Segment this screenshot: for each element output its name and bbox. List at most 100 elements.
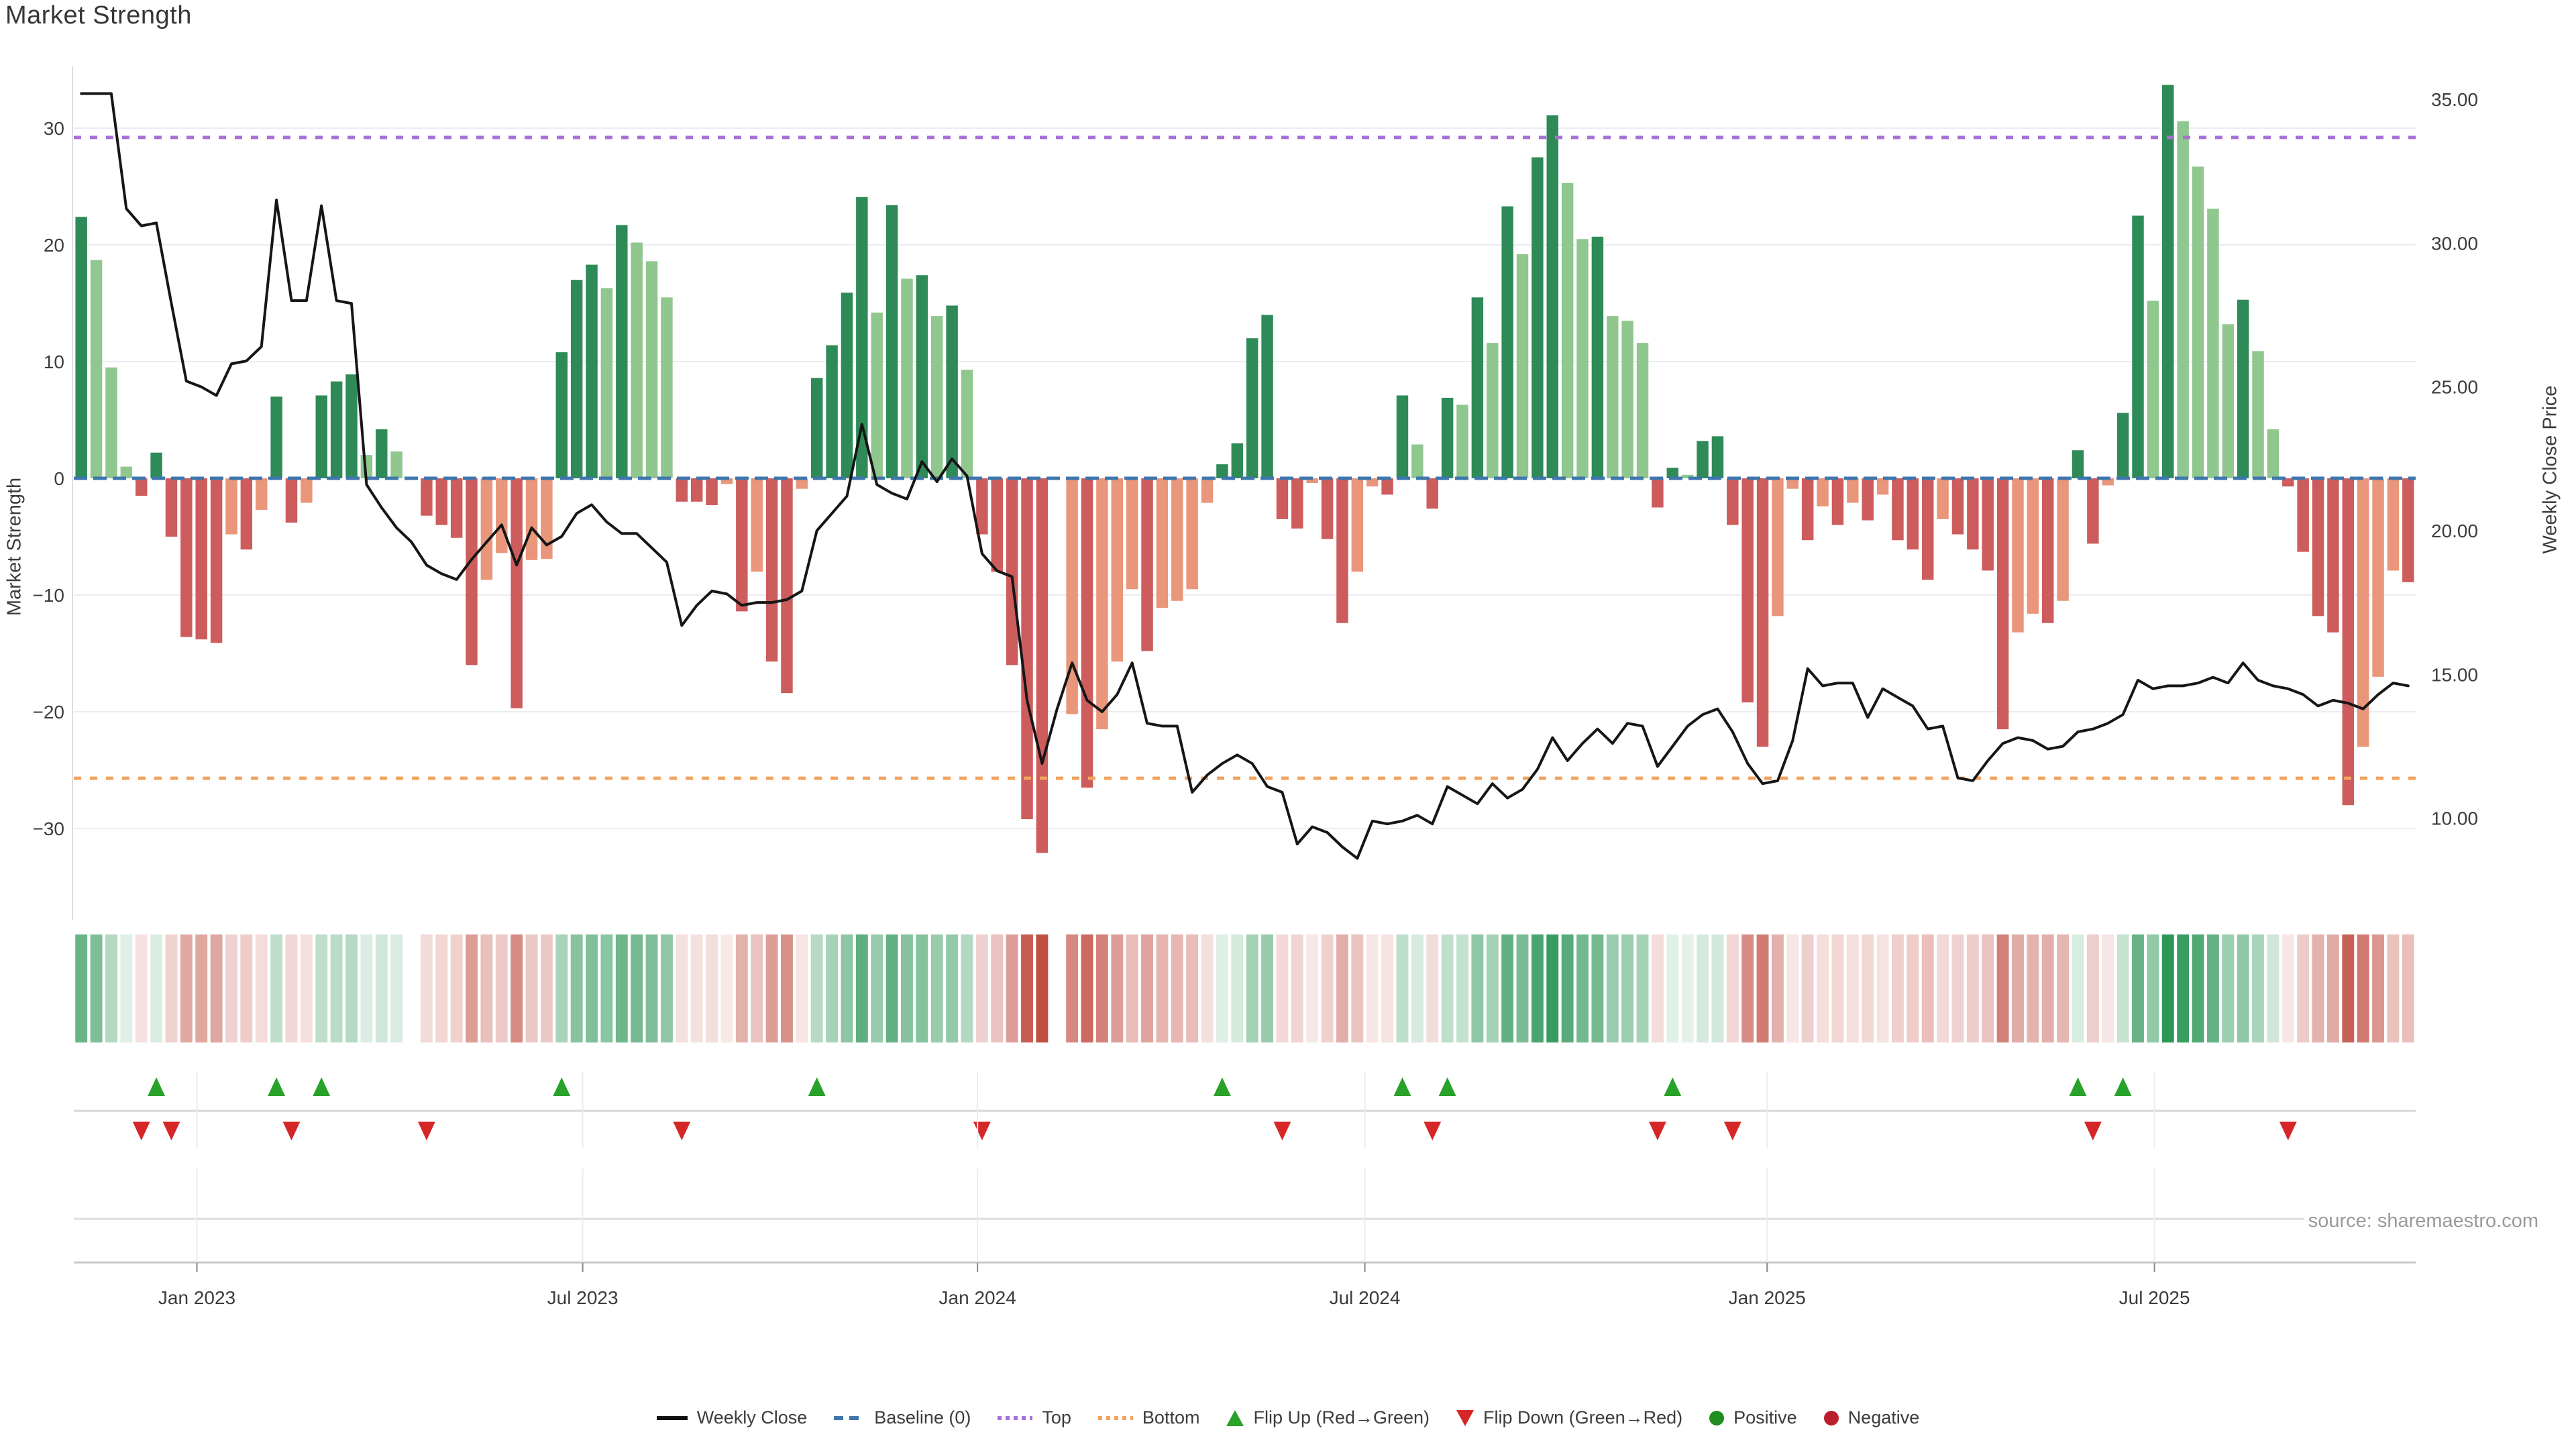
strength-bar[interactable] — [1892, 478, 1903, 540]
strength-bar[interactable] — [1532, 158, 1543, 479]
strength-bar[interactable] — [1186, 478, 1197, 589]
heatmap-cell[interactable] — [1366, 934, 1379, 1042]
strength-bar[interactable] — [886, 205, 898, 478]
strength-bar[interactable] — [1021, 478, 1032, 819]
heatmap-cell[interactable] — [826, 934, 838, 1042]
heatmap-cell[interactable] — [1261, 934, 1273, 1042]
heatmap-cell[interactable] — [2132, 934, 2144, 1042]
heatmap-cell[interactable] — [180, 934, 193, 1042]
legend-item-positive[interactable]: Positive — [1709, 1407, 1797, 1428]
strength-bar[interactable] — [1982, 478, 1993, 570]
flip-up-marker[interactable] — [148, 1077, 165, 1096]
heatmap-cell[interactable] — [1517, 934, 1529, 1042]
strength-bar[interactable] — [1141, 478, 1152, 651]
legend-item-top[interactable]: Top — [998, 1407, 1071, 1428]
heatmap-cell[interactable] — [736, 934, 748, 1042]
strength-bar[interactable] — [1112, 478, 1123, 661]
heatmap-cell[interactable] — [1216, 934, 1228, 1042]
strength-bar[interactable] — [586, 265, 597, 478]
heatmap-cell[interactable] — [2297, 934, 2309, 1042]
strength-bar[interactable] — [166, 478, 177, 537]
strength-bar[interactable] — [691, 478, 702, 502]
heatmap-cell[interactable] — [75, 934, 87, 1042]
heatmap-cell[interactable] — [2312, 934, 2324, 1042]
heatmap-cell[interactable] — [2327, 934, 2339, 1042]
strength-bar[interactable] — [1922, 478, 1933, 580]
strength-bar[interactable] — [826, 345, 837, 478]
strength-bar[interactable] — [1802, 478, 1813, 540]
heatmap-cell[interactable] — [1322, 934, 1334, 1042]
heatmap-cell[interactable] — [1171, 934, 1183, 1042]
strength-bar[interactable] — [1592, 237, 1603, 478]
strength-bar[interactable] — [2117, 413, 2129, 478]
strength-bar[interactable] — [1772, 478, 1783, 616]
heatmap-cell[interactable] — [105, 934, 117, 1042]
strength-bar[interactable] — [1652, 478, 1663, 508]
heatmap-cell[interactable] — [946, 934, 958, 1042]
strength-bar[interactable] — [301, 478, 312, 503]
strength-bar[interactable] — [661, 297, 672, 478]
heatmap-cell[interactable] — [211, 934, 223, 1042]
heatmap-cell[interactable] — [661, 934, 673, 1042]
strength-bar[interactable] — [1547, 115, 1558, 478]
strength-bar[interactable] — [706, 478, 717, 505]
strength-bar[interactable] — [1277, 478, 1288, 519]
heatmap-cell[interactable] — [961, 934, 973, 1042]
strength-bar[interactable] — [1232, 443, 1243, 478]
strength-bar[interactable] — [1501, 207, 1513, 478]
strength-bar[interactable] — [2387, 478, 2399, 570]
strength-bar[interactable] — [1171, 478, 1183, 601]
heatmap-cell[interactable] — [1411, 934, 1424, 1042]
heatmap-cell[interactable] — [511, 934, 523, 1042]
strength-bar[interactable] — [345, 374, 357, 478]
heatmap-cell[interactable] — [646, 934, 658, 1042]
heatmap-cell[interactable] — [886, 934, 898, 1042]
heatmap-cell[interactable] — [1096, 934, 1108, 1042]
flip-up-marker[interactable] — [1214, 1077, 1231, 1096]
legend-item-baseline-0[interactable]: Baseline (0) — [834, 1407, 971, 1428]
heatmap-cell[interactable] — [871, 934, 883, 1042]
strength-bar[interactable] — [2042, 478, 2053, 623]
strength-bar[interactable] — [526, 478, 537, 560]
strength-bar[interactable] — [991, 478, 1003, 572]
strength-bar[interactable] — [1607, 316, 1618, 478]
strength-bar[interactable] — [451, 478, 462, 538]
heatmap-cell[interactable] — [360, 934, 372, 1042]
strength-bar[interactable] — [2057, 478, 2068, 601]
heatmap-cell[interactable] — [991, 934, 1003, 1042]
strength-bar[interactable] — [421, 478, 432, 516]
heatmap-cell[interactable] — [781, 934, 793, 1042]
heatmap-cell[interactable] — [286, 934, 298, 1042]
heatmap-cell[interactable] — [691, 934, 703, 1042]
heatmap-cell[interactable] — [2012, 934, 2024, 1042]
heatmap-cell[interactable] — [1201, 934, 1214, 1042]
strength-bar[interactable] — [180, 478, 192, 637]
strength-bar[interactable] — [751, 478, 762, 572]
heatmap-cell[interactable] — [796, 934, 808, 1042]
heatmap-cell[interactable] — [451, 934, 463, 1042]
strength-bar[interactable] — [2162, 85, 2174, 478]
heatmap-cell[interactable] — [345, 934, 358, 1042]
heatmap-cell[interactable] — [1126, 934, 1138, 1042]
heatmap-cell[interactable] — [1847, 934, 1859, 1042]
heatmap-cell[interactable] — [301, 934, 313, 1042]
strength-bar[interactable] — [781, 478, 792, 693]
heatmap-cell[interactable] — [1576, 934, 1589, 1042]
strength-bar[interactable] — [2312, 478, 2324, 616]
legend-item-negative[interactable]: Negative — [1824, 1407, 1920, 1428]
legend-item-flip-down-green-red[interactable]: Flip Down (Green→Red) — [1456, 1407, 1682, 1428]
heatmap-cell[interactable] — [331, 934, 343, 1042]
strength-bar[interactable] — [1006, 478, 1018, 665]
strength-bar[interactable] — [2297, 478, 2308, 552]
strength-bar[interactable] — [150, 453, 162, 478]
flip-up-marker[interactable] — [1439, 1077, 1456, 1096]
flip-down-marker[interactable] — [162, 1122, 180, 1140]
strength-bar[interactable] — [195, 478, 207, 639]
flip-down-marker[interactable] — [1649, 1122, 1666, 1140]
legend-item-flip-up-red-green[interactable]: Flip Up (Red→Green) — [1226, 1407, 1430, 1428]
strength-bar[interactable] — [556, 352, 568, 478]
heatmap-cell[interactable] — [2042, 934, 2054, 1042]
strength-bar[interactable] — [91, 260, 102, 478]
heatmap-cell[interactable] — [2177, 934, 2189, 1042]
heatmap-cell[interactable] — [616, 934, 628, 1042]
